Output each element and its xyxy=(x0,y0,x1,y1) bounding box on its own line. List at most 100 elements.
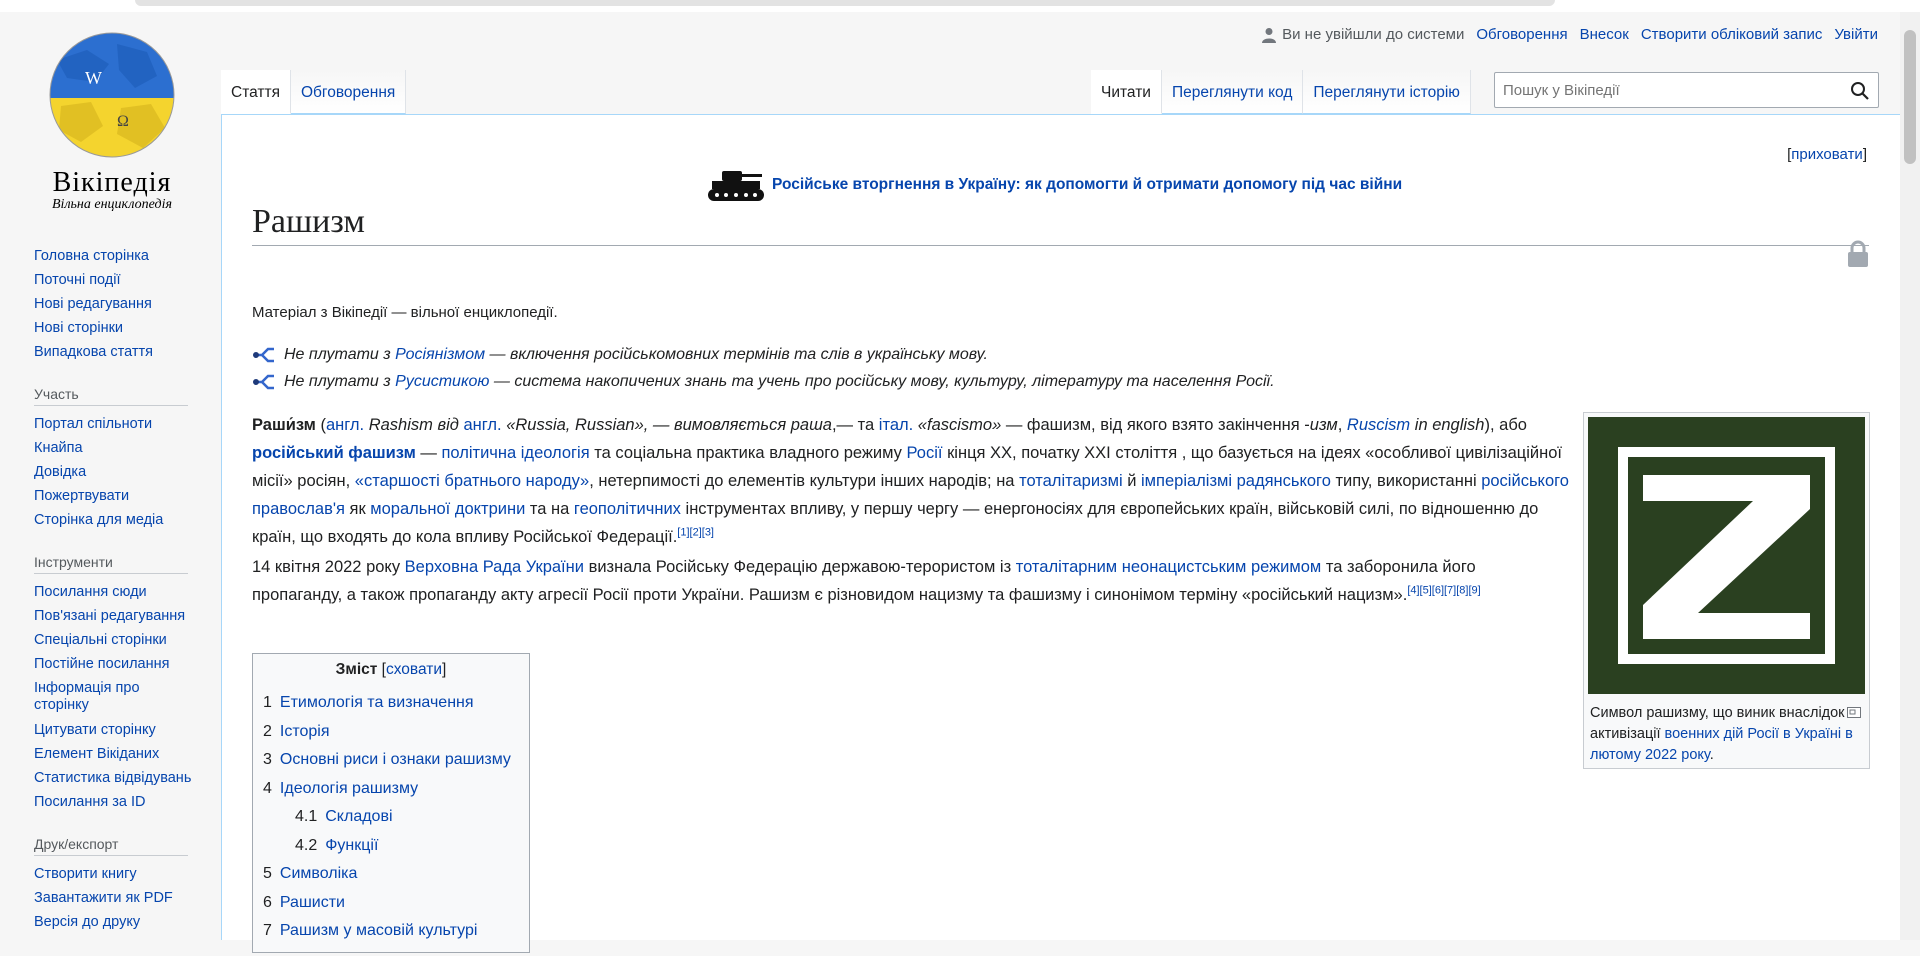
sidebar-item-cite[interactable]: Цитувати сторінку xyxy=(34,718,196,742)
tab-history[interactable]: Переглянути історію xyxy=(1303,70,1471,114)
z-symbol-image[interactable] xyxy=(1588,417,1865,694)
reference-links[interactable]: [1][2][3] xyxy=(677,527,714,539)
link-verkhovna-rada[interactable]: Верховна Рада України xyxy=(405,558,584,576)
search-input[interactable] xyxy=(1495,73,1825,107)
toc-item[interactable]: 7 Рашизм у масовій культурі xyxy=(263,917,519,946)
disambig-icon xyxy=(253,374,274,390)
sidebar-item-random[interactable]: Випадкова стаття xyxy=(34,340,196,364)
toc-item[interactable]: 5 Символіка xyxy=(263,860,519,889)
toc-item[interactable]: 2 Історія xyxy=(263,718,519,747)
term-bold: Раши́зм xyxy=(252,416,316,434)
create-account-link[interactable]: Створити обліковий запис xyxy=(1641,26,1823,43)
toc-item[interactable]: 4.2 Функції xyxy=(263,832,519,861)
page-scrollbar[interactable] xyxy=(1900,12,1920,940)
link-ruscism[interactable]: Ruscism xyxy=(1347,416,1410,434)
sidebar-item-new-pages[interactable]: Нові сторінки xyxy=(34,316,196,340)
notice-link[interactable]: Російське вторгнення в Україну: як допом… xyxy=(772,176,1402,194)
toc-item[interactable]: 6 Рашисти xyxy=(263,889,519,918)
toc-link[interactable]: Основні риси і ознаки рашизму xyxy=(280,751,511,768)
text: ), або xyxy=(1484,416,1527,434)
sidebar-item-page-info[interactable]: Інформація про сторінку xyxy=(34,676,196,718)
sidebar-item-download-pdf[interactable]: Завантажити як PDF xyxy=(34,886,196,910)
sidebar-item-recent-changes[interactable]: Нові редагування xyxy=(34,292,196,316)
personal-talk-link[interactable]: Обговорення xyxy=(1476,26,1567,43)
link-en[interactable]: англ. xyxy=(326,416,364,434)
reference-links[interactable]: [4][5][6][7][8][9] xyxy=(1407,585,1480,597)
link-russia[interactable]: Росії xyxy=(907,444,943,462)
hatnote-link[interactable]: Росіянізмом xyxy=(395,346,485,363)
sitenotice-hide: [приховати] xyxy=(1787,146,1867,163)
toc-link[interactable]: Ідеологія рашизму xyxy=(280,780,418,797)
anon-status: Ви не увійшли до системи xyxy=(1262,26,1464,43)
hatnote-link[interactable]: Русистикою xyxy=(395,373,489,390)
enlarge-icon[interactable] xyxy=(1847,707,1861,718)
login-link[interactable]: Увійти xyxy=(1834,26,1878,43)
toc-link[interactable]: Символіка xyxy=(280,865,358,882)
text: Rashism від xyxy=(364,416,464,434)
sidebar-item-current-events[interactable]: Поточні події xyxy=(34,268,196,292)
lock-icon[interactable] xyxy=(1847,240,1869,268)
tab-view-source[interactable]: Переглянути код xyxy=(1161,70,1304,114)
toc-item[interactable]: 3 Основні риси і ознаки рашизму xyxy=(263,746,519,775)
link-geopolitical[interactable]: геополітичних xyxy=(574,500,681,518)
link-totalitarianism[interactable]: тоталітаризмі xyxy=(1019,472,1123,490)
link-moral-doctrine[interactable]: моральної доктрини xyxy=(370,500,525,518)
toc-link[interactable]: Етимологія та визначення xyxy=(280,694,474,711)
toc-item[interactable]: 4 Ідеологія рашизму xyxy=(263,775,519,804)
toc-item[interactable]: 4.1 Складові xyxy=(263,803,519,832)
tab-article[interactable]: Стаття xyxy=(221,70,291,114)
toc-link[interactable]: Рашизм у масовій культурі xyxy=(280,922,477,939)
hide-notice-link[interactable]: приховати xyxy=(1791,146,1863,163)
sidebar-item-what-links-here[interactable]: Посилання сюди xyxy=(34,580,196,604)
text: як xyxy=(344,500,371,518)
text: — xyxy=(415,444,442,462)
sidebar-item-wikidata[interactable]: Елемент Вікіданих xyxy=(34,742,196,766)
sidebar-item-special-pages[interactable]: Спеціальні сторінки xyxy=(34,628,196,652)
toc-link[interactable]: Рашисти xyxy=(280,894,345,911)
sidebar-item-link-by-id[interactable]: Посилання за ID xyxy=(34,790,196,814)
logo-wordmark: Вікіпедія xyxy=(52,167,172,198)
link-imperialism[interactable]: імперіалізмі радянського xyxy=(1141,472,1331,490)
toc-number: 7 xyxy=(263,922,272,939)
sidebar-item-donate[interactable]: Пожертвувати xyxy=(34,484,196,508)
tab-talk[interactable]: Обговорення xyxy=(291,70,407,114)
scrollbar-thumb[interactable] xyxy=(1904,30,1916,164)
text: та соціальна практика владного режиму xyxy=(589,444,907,462)
wikipedia-logo[interactable]: W Ω Вікіпедія Вільна енциклопедія xyxy=(24,30,200,212)
sidebar-item-media[interactable]: Сторінка для медіа xyxy=(34,508,196,532)
tab-read[interactable]: Читати xyxy=(1091,70,1162,114)
hatnote-prefix: Не плутати з xyxy=(284,373,396,390)
toc-item[interactable]: 1 Етимологія та визначення xyxy=(263,689,519,718)
toc-link[interactable]: Складові xyxy=(325,808,392,825)
sidebar-item-create-book[interactable]: Створити книгу xyxy=(34,862,196,886)
sidebar-nav: Головна сторінка Поточні події Нові реда… xyxy=(34,244,196,364)
site-subtitle: Матеріал з Вікіпедії — вільної енциклопе… xyxy=(252,304,558,321)
sidebar-item-help[interactable]: Довідка xyxy=(34,460,196,484)
link-it[interactable]: італ. xyxy=(879,416,913,434)
sidebar-heading-tools: Інструменти xyxy=(34,554,188,574)
toc-number: 4 xyxy=(263,779,272,797)
sidebar-item-related-changes[interactable]: Пов'язані редагування xyxy=(34,604,196,628)
text: in english xyxy=(1410,416,1485,434)
toc-title: Зміст xyxy=(335,661,378,678)
link-political-ideology[interactable]: політична ідеологія xyxy=(441,444,589,462)
toc-toggle[interactable]: сховати xyxy=(386,661,442,678)
sidebar-item-pub[interactable]: Кнайпа xyxy=(34,436,196,460)
search-icon[interactable] xyxy=(1850,81,1870,101)
sidebar-item-permalink[interactable]: Постійне посилання xyxy=(34,652,196,676)
sidebar-item-main-page[interactable]: Головна сторінка xyxy=(34,244,196,268)
link-elder-brother[interactable]: «старшості братнього народу» xyxy=(355,472,589,490)
sidebar-item-pageviews[interactable]: Статистика відвідувань xyxy=(34,766,196,790)
personal-contrib-link[interactable]: Внесок xyxy=(1580,26,1629,43)
link-russian-fascism[interactable]: російський фашизм xyxy=(252,444,416,462)
content-area: [приховати] Російське вторгнення в Украї… xyxy=(221,114,1900,953)
table-of-contents: Зміст [сховати] 1 Етимологія та визначенн… xyxy=(252,653,530,953)
toc-number: 2 xyxy=(263,722,272,740)
link-en[interactable]: англ. xyxy=(463,416,501,434)
browser-top-strip xyxy=(0,0,1920,12)
sidebar-item-portal[interactable]: Портал спільноти xyxy=(34,412,196,436)
toc-link[interactable]: Функції xyxy=(325,837,378,854)
toc-link[interactable]: Історія xyxy=(280,723,330,740)
link-totalitarian-regime[interactable]: тоталітарним неонацистським режимом xyxy=(1016,558,1322,576)
sidebar-item-printable[interactable]: Версія до друку xyxy=(34,910,196,934)
